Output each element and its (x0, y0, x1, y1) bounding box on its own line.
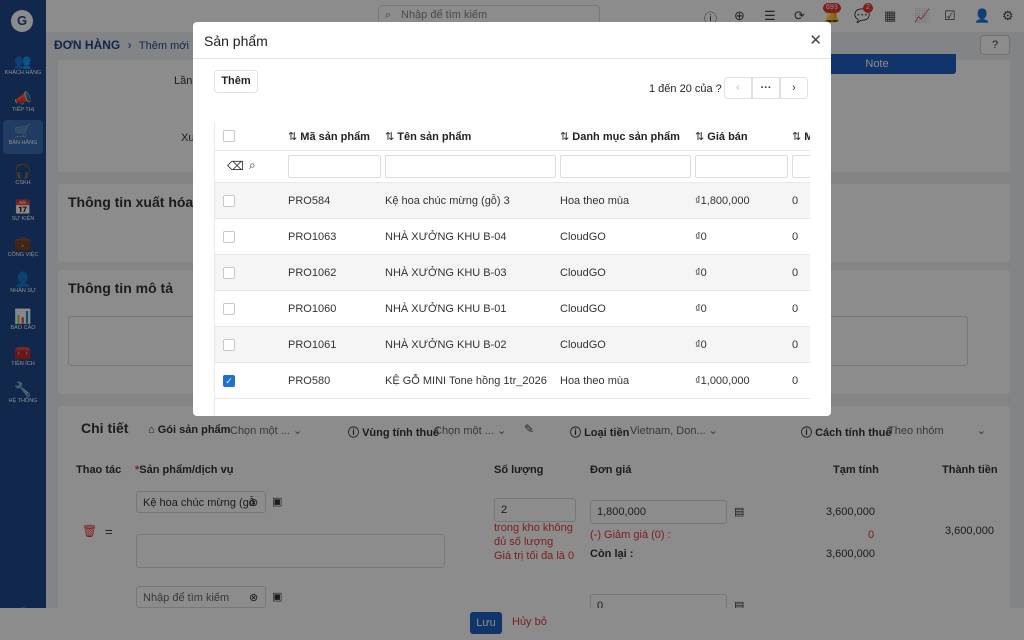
filter-name-input[interactable] (385, 155, 556, 178)
cell-code: PRO580 (288, 374, 331, 387)
column-label: Tên sản phẩm (397, 131, 472, 143)
cell-name: NHÀ XƯỞNG KHU B-04 (385, 230, 507, 243)
table-row[interactable]: PRO1063 NHÀ XƯỞNG KHU B-04 CloudGO ₫0 0 (215, 219, 810, 255)
col-extra[interactable]: ⇅ M (792, 130, 810, 143)
col-code[interactable]: ⇅ Mã sản phẩm (288, 130, 370, 143)
sort-icon: ⇅ (695, 131, 708, 143)
cell-name: KỆ GỖ MINI Tone hồng 1tr_2026 (385, 374, 547, 387)
cell-code: PRO1063 (288, 230, 337, 243)
filter-extra-input[interactable] (792, 155, 810, 178)
filter-category-input[interactable] (560, 155, 691, 178)
cell-name: NHÀ XƯỞNG KHU B-01 (385, 302, 507, 315)
col-name[interactable]: ⇅ Tên sản phẩm (385, 130, 471, 143)
cell-category: CloudGO (560, 302, 606, 315)
product-table: ⇅ Mã sản phẩm ⇅ Tên sản phẩm ⇅ Danh mục sả… (214, 122, 810, 416)
row-checkbox[interactable] (223, 302, 235, 315)
sort-icon: ⇅ (385, 131, 398, 143)
eraser-icon[interactable]: ⌫ (227, 159, 244, 173)
col-price[interactable]: ⇅ Giá bán (695, 130, 748, 143)
close-icon[interactable]: ✕ (809, 31, 822, 49)
cell-price: ₫0 (695, 302, 707, 315)
more-options-button[interactable]: ··· (752, 77, 780, 99)
cell-name: NHÀ XƯỞNG KHU B-03 (385, 266, 507, 279)
cell-price: ₫0 (695, 266, 707, 279)
cell-extra: 0 (792, 374, 799, 387)
cell-extra: 0 (792, 194, 799, 207)
modal-title: Sản phẩm (204, 33, 268, 49)
cell-name: Kệ hoa chúc mừng (gỗ) 3 (385, 194, 510, 207)
table-row[interactable]: ✓ PRO580 KỆ GỖ MINI Tone hồng 1tr_2026 Hoa … (215, 363, 810, 399)
table-row[interactable]: PRO584 Kệ hoa chúc mừng (gỗ) 3 Hoa theo mù… (215, 183, 810, 219)
filter-row: ⌫ ⌕ (215, 151, 810, 183)
cell-code: PRO1062 (288, 266, 337, 279)
cell-price: ₫0 (695, 338, 707, 351)
sort-icon: ⇅ (792, 131, 805, 143)
cell-code: PRO1061 (288, 338, 337, 351)
filter-code-input[interactable] (288, 155, 381, 178)
cell-price: ₫0 (695, 230, 707, 243)
table-header: ⇅ Mã sản phẩm ⇅ Tên sản phẩm ⇅ Danh mục sả… (215, 122, 810, 151)
cell-category: Hoa theo mùa (560, 374, 630, 387)
select-all-checkbox[interactable] (223, 130, 235, 142)
table-row[interactable]: PRO1062 NHÀ XƯỞNG KHU B-03 CloudGO ₫0 0 (215, 255, 810, 291)
row-checkbox[interactable] (223, 230, 235, 243)
row-checkbox[interactable] (223, 338, 235, 351)
cell-category: CloudGO (560, 230, 606, 243)
add-button-label: Thêm (221, 75, 251, 87)
cell-code: PRO1060 (288, 302, 337, 315)
col-category[interactable]: ⇅ Danh mục sản phẩm (560, 130, 680, 143)
column-label: Mã sản phẩm (300, 131, 370, 143)
pagination-info: 1 đến 20 của ? (649, 83, 722, 95)
cell-price: ₫1,000,000 (695, 374, 750, 387)
modal-header: Sản phẩm ✕ (193, 22, 831, 59)
row-checkbox[interactable]: ✓ (223, 374, 235, 387)
column-label: M (804, 131, 810, 143)
cell-extra: 0 (792, 302, 799, 315)
cell-extra: 0 (792, 266, 799, 279)
row-checkbox[interactable] (223, 266, 235, 279)
cell-name: NHÀ XƯỞNG KHU B-02 (385, 338, 507, 351)
cell-category: Hoa theo mùa (560, 194, 630, 207)
cell-category: CloudGO (560, 266, 606, 279)
cell-code: PRO584 (288, 194, 331, 207)
search-icon[interactable]: ⌕ (249, 158, 256, 173)
cell-category: CloudGO (560, 338, 606, 351)
column-label: Giá bán (707, 131, 748, 143)
sort-icon: ⇅ (288, 131, 301, 143)
filter-price-input[interactable] (695, 155, 788, 178)
product-modal: Sản phẩm ✕ Thêm 1 đến 20 của ? ‹ ··· › ⇅… (193, 22, 831, 416)
column-label: Danh mục sản phẩm (572, 131, 680, 143)
row-checkbox[interactable] (223, 194, 235, 207)
cell-price: ₫1,800,000 (695, 194, 750, 207)
cell-extra: 0 (792, 338, 799, 351)
table-row[interactable]: PRO1061 NHÀ XƯỞNG KHU B-02 CloudGO ₫0 0 (215, 327, 810, 363)
sort-icon: ⇅ (560, 131, 573, 143)
add-button[interactable]: Thêm (214, 70, 258, 93)
next-page-button[interactable]: › (780, 77, 808, 99)
prev-page-button[interactable]: ‹ (724, 77, 752, 99)
cell-extra: 0 (792, 230, 799, 243)
table-row[interactable]: PRO1060 NHÀ XƯỞNG KHU B-01 CloudGO ₫0 0 (215, 291, 810, 327)
